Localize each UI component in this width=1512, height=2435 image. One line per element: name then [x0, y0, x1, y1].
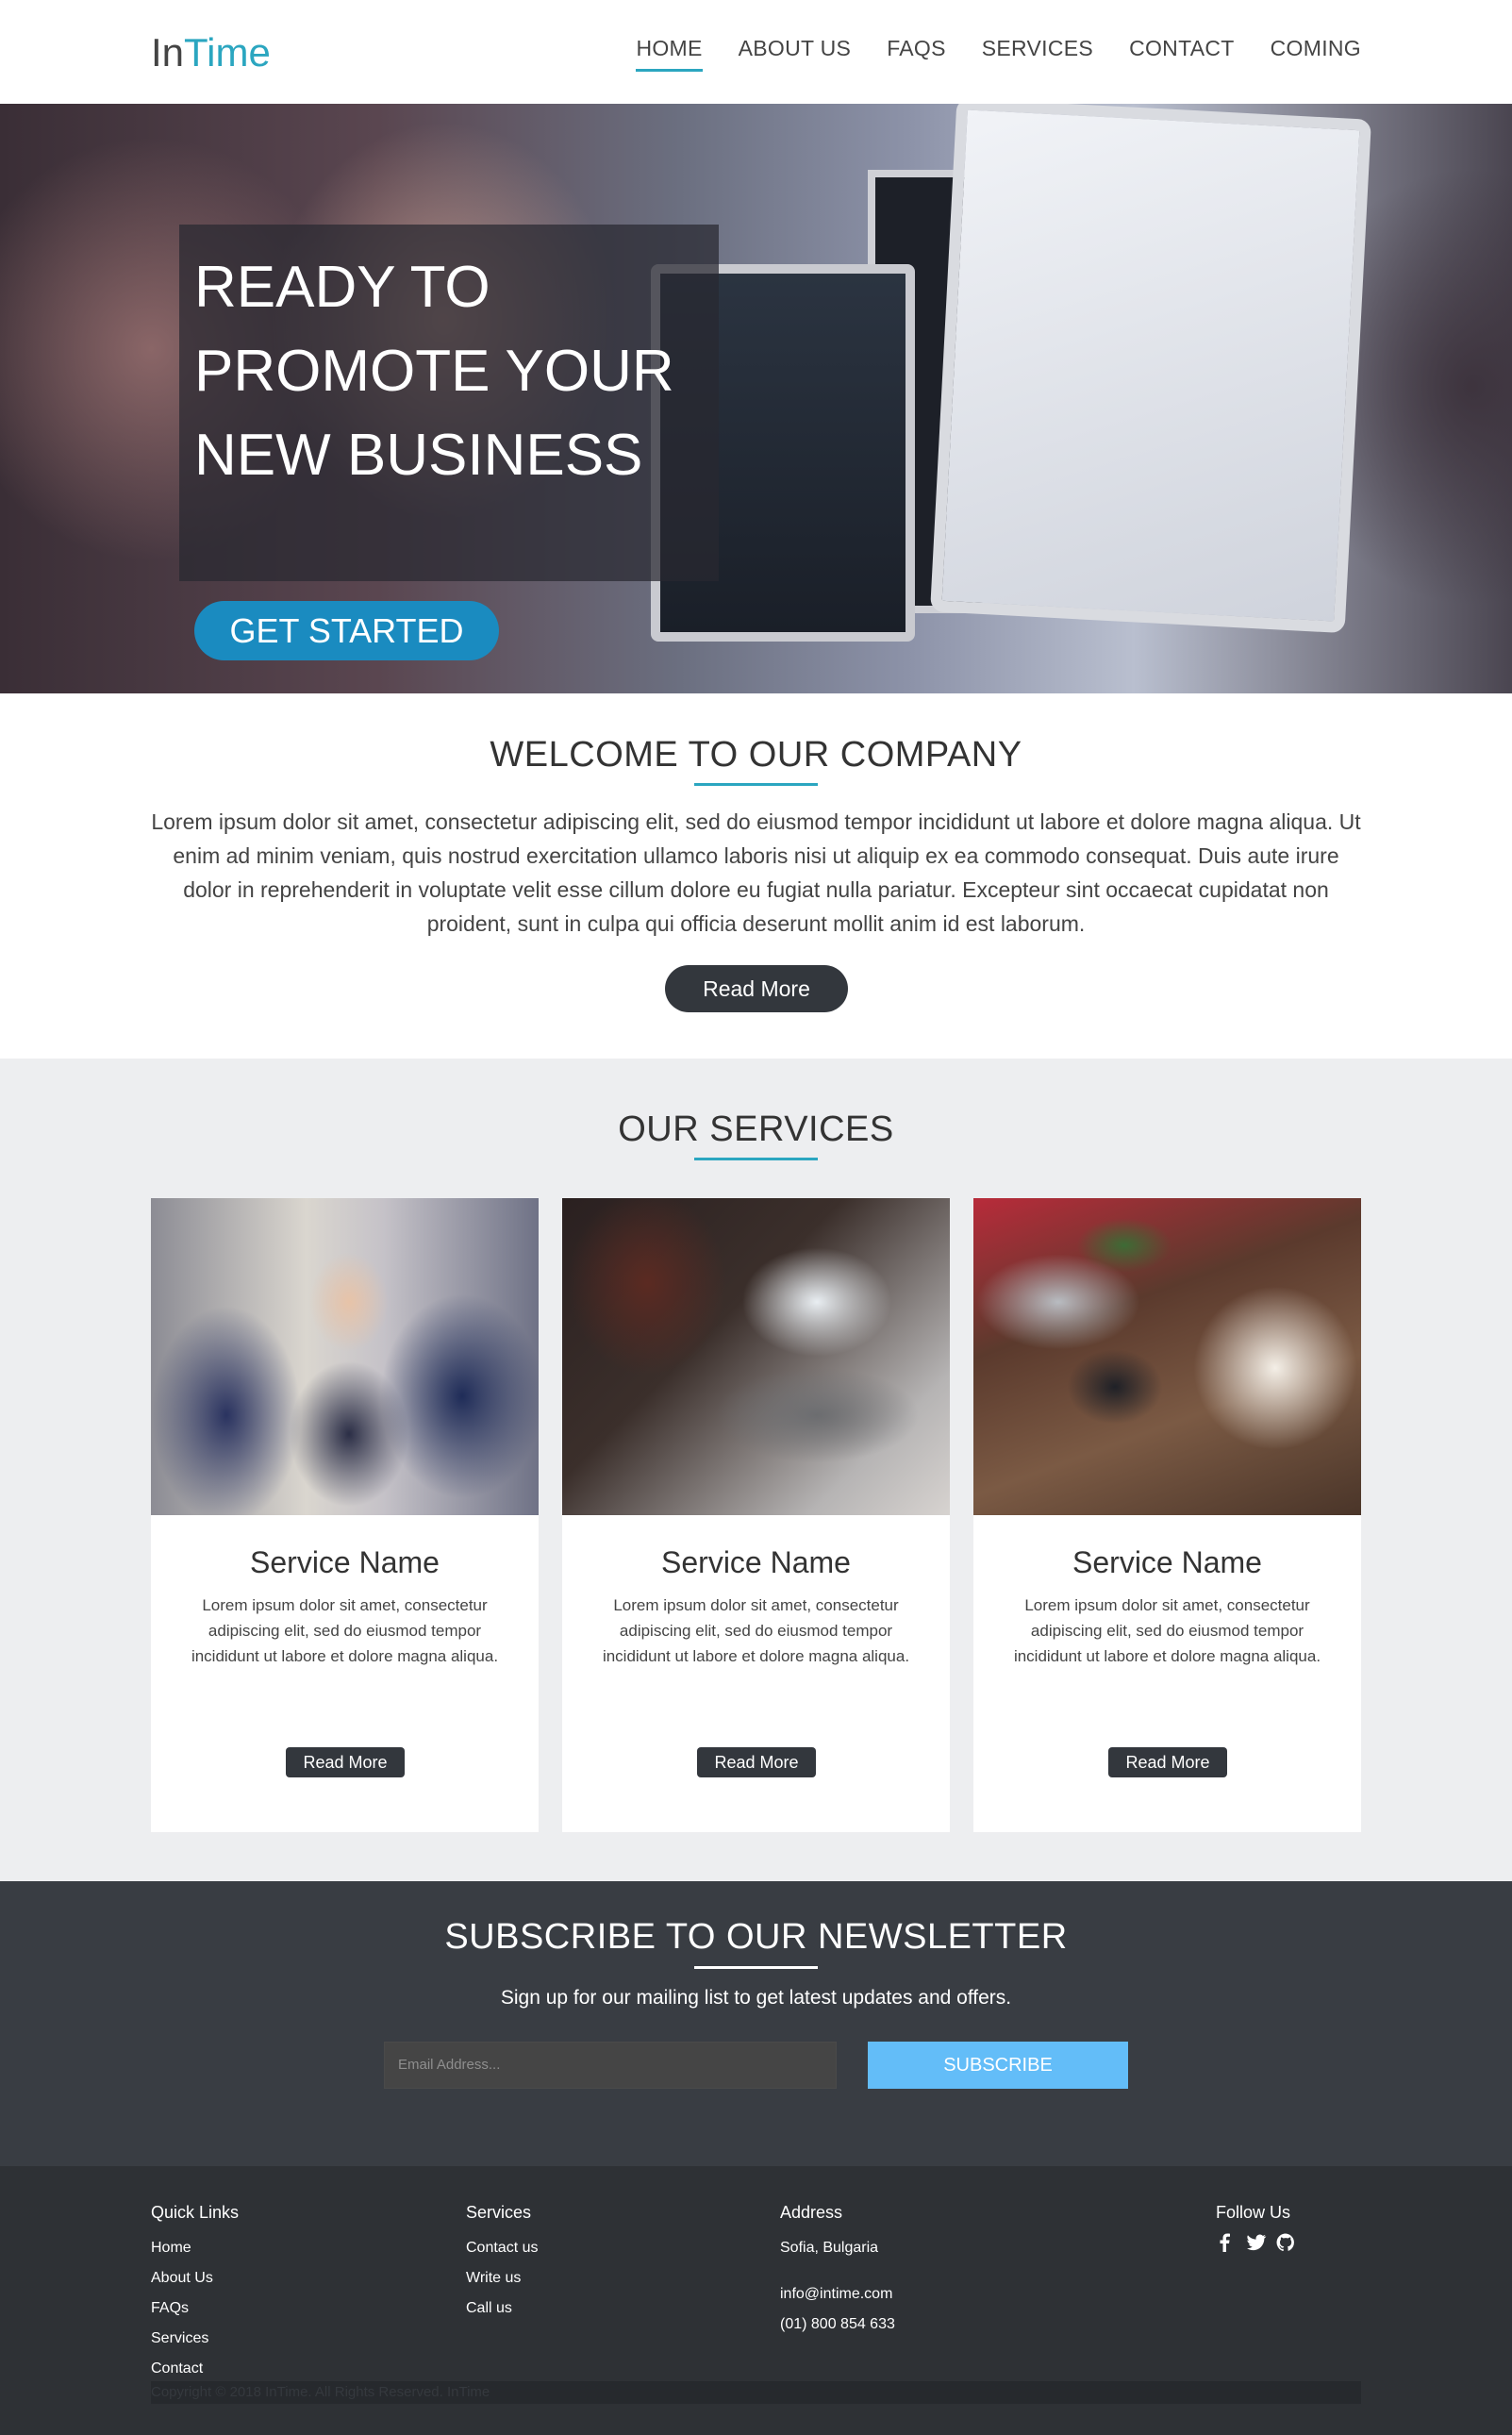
hero-headline: READY TO PROMOTE YOUR NEW BUSINESS: [194, 245, 704, 497]
email-input[interactable]: Email Address...: [384, 2042, 837, 2089]
nav-coming[interactable]: COMING: [1271, 36, 1361, 72]
service-card-title: Service Name: [250, 1545, 440, 1579]
copyright-text: Copyright © 2018 InTime. All Rights Rese…: [151, 2381, 1361, 2404]
welcome-title-underline: [694, 783, 818, 786]
service-card-text: Lorem ipsum dolor sit amet, consectetur …: [191, 1596, 499, 1665]
welcome-title: WELCOME TO OUR COMPANY: [490, 735, 1022, 775]
service-card: Service Name Lorem ipsum dolor sit amet,…: [562, 1198, 950, 1832]
twitter-icon[interactable]: [1246, 2233, 1267, 2252]
service-read-more-button[interactable]: Read More: [1108, 1747, 1227, 1777]
site-header: InTime HOME ABOUT US FAQS SERVICES CONTA…: [0, 0, 1512, 104]
footer-heading: Services: [466, 2203, 532, 2222]
newsletter-section: SUBSCRIBE TO OUR NEWSLETTER Sign up for …: [0, 1881, 1512, 2166]
footer-address: Address Sofia, Bulgaria info@intime.com …: [780, 2203, 895, 2340]
welcome-text: Lorem ipsum dolor sit amet, consectetur …: [151, 809, 1361, 936]
footer-link-contact-us[interactable]: Contact us: [466, 2233, 538, 2263]
newsletter-title-underline: [694, 1966, 818, 1969]
footer-link-contact[interactable]: Contact: [151, 2354, 239, 2384]
nav-home[interactable]: HOME: [636, 36, 703, 72]
nav-contact[interactable]: CONTACT: [1129, 36, 1235, 72]
brand-logo[interactable]: InTime: [151, 28, 271, 77]
main-nav: HOME ABOUT US FAQS SERVICES CONTACT COMI…: [600, 36, 1361, 72]
service-card: Service Name Lorem ipsum dolor sit amet,…: [973, 1198, 1361, 1832]
footer-heading: Quick Links: [151, 2203, 240, 2222]
footer-email-link[interactable]: info@intime.com: [780, 2279, 895, 2310]
footer-address-city: Sofia, Bulgaria: [780, 2240, 879, 2256]
service-photo-laptop: [562, 1198, 950, 1515]
footer-quick-links: Quick Links Home About Us FAQs Services …: [151, 2203, 239, 2384]
services-section: OUR SERVICES Service Name Lorem ipsum do…: [0, 1059, 1512, 1881]
service-card-text: Lorem ipsum dolor sit amet, consectetur …: [602, 1596, 910, 1665]
footer-link-call-us[interactable]: Call us: [466, 2293, 538, 2324]
service-card-title: Service Name: [1072, 1545, 1262, 1579]
welcome-read-more-button[interactable]: Read More: [665, 965, 848, 1012]
hero-line-1: READY TO: [194, 255, 490, 320]
service-card: Service Name Lorem ipsum dolor sit amet,…: [151, 1198, 539, 1832]
hero-line-2: PROMOTE YOUR: [194, 339, 674, 404]
footer-link-services[interactable]: Services: [151, 2324, 239, 2354]
welcome-section: WELCOME TO OUR COMPANY Lorem ipsum dolor…: [0, 693, 1512, 1059]
service-card-title: Service Name: [661, 1545, 851, 1579]
hero-photo-monitor-front: [930, 104, 1371, 634]
services-title-underline: [694, 1158, 818, 1160]
facebook-icon[interactable]: [1216, 2233, 1235, 2252]
footer-link-home[interactable]: Home: [151, 2233, 239, 2263]
service-photo-meeting: [151, 1198, 539, 1515]
footer-heading: Follow Us: [1216, 2203, 1291, 2222]
nav-services[interactable]: SERVICES: [982, 36, 1093, 72]
services-title: OUR SERVICES: [618, 1109, 894, 1149]
footer-link-about-us[interactable]: About Us: [151, 2263, 239, 2293]
service-photo-desk: [973, 1198, 1361, 1515]
newsletter-subtitle: Sign up for our mailing list to get late…: [500, 1987, 1012, 2009]
footer-phone: (01) 800 854 633: [780, 2316, 895, 2332]
service-card-text: Lorem ipsum dolor sit amet, consectetur …: [1013, 1596, 1321, 1665]
footer-link-faqs[interactable]: FAQs: [151, 2293, 239, 2324]
footer-follow: Follow Us: [1216, 2203, 1295, 2252]
subscribe-button[interactable]: SUBSCRIBE: [868, 2042, 1128, 2089]
brand-part-time: Time: [184, 30, 271, 75]
hero-line-3: NEW BUSINESS: [194, 423, 643, 488]
footer-services: Services Contact us Write us Call us: [466, 2203, 538, 2324]
brand-part-in: In: [151, 30, 185, 75]
github-icon[interactable]: [1276, 2233, 1295, 2252]
nav-faqs[interactable]: FAQS: [887, 36, 946, 72]
social-icons: [1216, 2233, 1295, 2252]
footer-heading: Address: [780, 2203, 843, 2222]
get-started-button[interactable]: GET STARTED: [194, 601, 499, 660]
service-read-more-button[interactable]: Read More: [286, 1747, 405, 1777]
service-read-more-button[interactable]: Read More: [697, 1747, 816, 1777]
nav-about-us[interactable]: ABOUT US: [739, 36, 852, 72]
newsletter-title: SUBSCRIBE TO OUR NEWSLETTER: [444, 1917, 1068, 1957]
footer-link-write-us[interactable]: Write us: [466, 2263, 538, 2293]
